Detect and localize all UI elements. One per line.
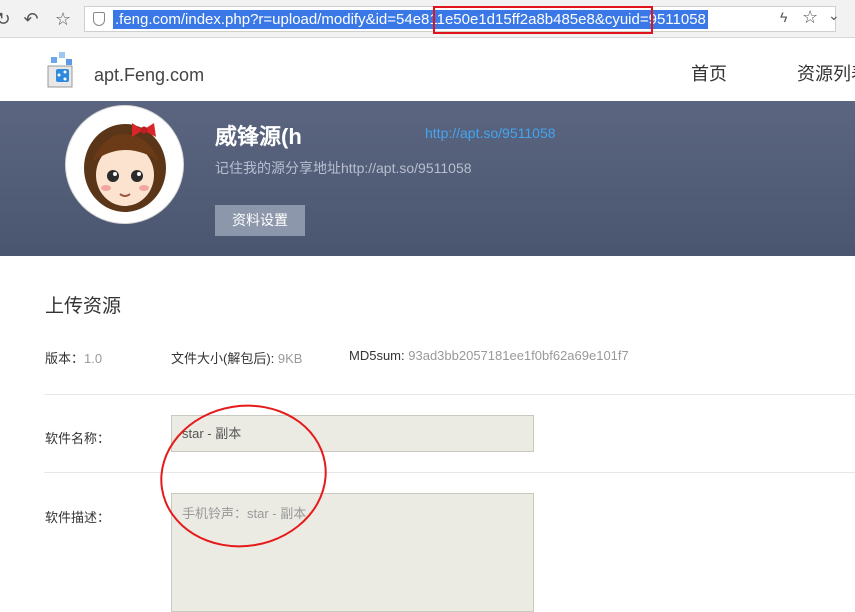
version-value: 1.0 bbox=[84, 351, 103, 366]
file-size-info: 文件大小(解包后): 9KB bbox=[171, 348, 302, 367]
software-name-label: 软件名称： bbox=[45, 431, 111, 446]
star-icon[interactable]: ☆ bbox=[52, 8, 74, 30]
profile-link[interactable]: http://apt.so/9511058 bbox=[425, 125, 556, 141]
refresh-icon[interactable]: ↻ bbox=[0, 8, 14, 30]
profile-banner: 威锋源(h http://apt.so/9511058 记住我的源分享地址htt… bbox=[0, 101, 855, 256]
site-name[interactable]: apt.Feng.com bbox=[94, 65, 204, 86]
version-info: 版本：1.0 bbox=[45, 348, 102, 367]
upload-section-title: 上传资源 bbox=[45, 296, 122, 317]
file-size-label: 文件大小(解包后): bbox=[171, 351, 275, 366]
profile-username: 威锋源(h bbox=[215, 124, 302, 149]
version-label: 版本： bbox=[45, 351, 85, 366]
profile-settings-button[interactable]: 资料设置 bbox=[215, 205, 305, 236]
cartoon-avatar-icon bbox=[70, 110, 179, 219]
undo-icon[interactable]: ↶ bbox=[20, 8, 42, 30]
nav-resources[interactable]: 资源列表 bbox=[797, 60, 855, 86]
browser-toolbar: ↻ ↶ ☆ .feng.com/index.php?r=upload/modif… bbox=[0, 0, 855, 38]
md5-info: MD5sum: 93ad3bb2057181ee1f0bf62a69e101f7 bbox=[349, 348, 629, 363]
share-address: 记住我的源分享地址http://apt.so/9511058 bbox=[215, 160, 472, 176]
file-size-value: 9KB bbox=[277, 351, 303, 366]
software-description-label: 软件描述： bbox=[45, 510, 111, 525]
bolt-icon[interactable]: ϟ bbox=[780, 9, 787, 25]
md5-value: 93ad3bb2057181ee1f0bf62a69e101f7 bbox=[408, 348, 629, 363]
avatar[interactable] bbox=[66, 106, 183, 223]
security-icon bbox=[93, 12, 105, 26]
site-header: apt.Feng.com 首页 资源列表 bbox=[0, 39, 855, 101]
divider bbox=[44, 394, 855, 395]
chevron-down-icon[interactable]: ⌄ bbox=[828, 7, 840, 24]
url-highlight-box bbox=[433, 6, 653, 34]
favorite-icon[interactable]: ☆ bbox=[802, 7, 818, 28]
md5-label: MD5sum: bbox=[349, 348, 405, 363]
site-logo-icon[interactable] bbox=[46, 51, 78, 89]
nav-home[interactable]: 首页 bbox=[691, 60, 727, 86]
